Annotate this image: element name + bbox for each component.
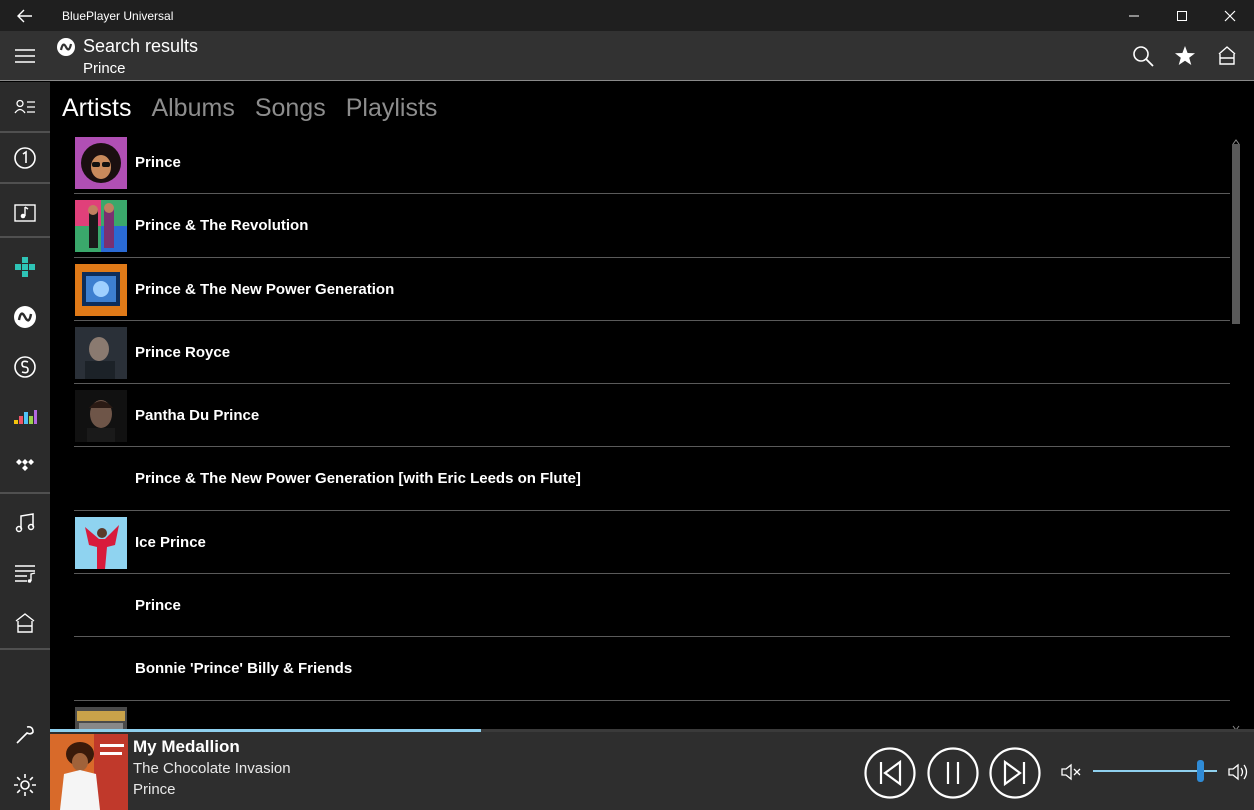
minimize-icon[interactable] bbox=[1110, 0, 1158, 31]
list-scrollbar[interactable] bbox=[1229, 131, 1243, 731]
artist-thumbnail bbox=[75, 516, 127, 569]
local-music-icon[interactable] bbox=[0, 187, 50, 236]
list-item[interactable]: Prince bbox=[74, 131, 1230, 195]
list-item[interactable]: Prince & The Revolution bbox=[74, 194, 1230, 258]
mute-icon[interactable] bbox=[1060, 762, 1082, 782]
spotify-icon[interactable] bbox=[0, 342, 50, 391]
home-icon[interactable] bbox=[0, 598, 50, 647]
wrench-icon[interactable] bbox=[0, 710, 50, 759]
list-item[interactable]: Pantha Du Prince bbox=[74, 384, 1230, 448]
napster-icon[interactable] bbox=[0, 292, 50, 341]
artist-name: Prince bbox=[135, 597, 181, 615]
deezer-icon[interactable] bbox=[0, 392, 50, 441]
artist-thumbnail bbox=[75, 706, 127, 729]
list-item[interactable]: Prince & The New Power Generation bbox=[74, 258, 1230, 321]
list-item[interactable] bbox=[74, 701, 1230, 729]
previous-button[interactable] bbox=[864, 747, 916, 799]
artist-thumbnail bbox=[75, 137, 127, 189]
app-title: BluePlayer Universal bbox=[62, 8, 174, 23]
tab-songs[interactable]: Songs bbox=[255, 94, 326, 123]
artist-name: Prince & The New Power Generation bbox=[135, 280, 395, 298]
artist-name: Prince Royce bbox=[135, 343, 231, 361]
back-arrow-icon[interactable] bbox=[0, 0, 50, 31]
artist-name: Prince bbox=[135, 154, 181, 171]
title-bar: BluePlayer Universal bbox=[0, 0, 1254, 31]
hamburger-icon[interactable] bbox=[0, 31, 50, 81]
gear-icon[interactable] bbox=[0, 760, 50, 809]
tidal-plus-icon[interactable] bbox=[0, 242, 50, 291]
number-one-icon[interactable] bbox=[0, 133, 50, 182]
search-icon[interactable] bbox=[1130, 43, 1156, 69]
scroll-down-icon[interactable] bbox=[1232, 719, 1240, 731]
header-bar: Search results Prince bbox=[0, 31, 1254, 81]
list-item[interactable]: Prince Royce bbox=[74, 321, 1230, 385]
close-icon[interactable] bbox=[1206, 0, 1254, 31]
tab-artists[interactable]: Artists bbox=[62, 94, 131, 123]
artist-list: Prince Prince & The Revolution Prince & … bbox=[74, 131, 1230, 729]
tab-playlists[interactable]: Playlists bbox=[346, 94, 438, 123]
tidal-icon[interactable] bbox=[0, 442, 50, 491]
artist-name: Pantha Du Prince bbox=[135, 407, 260, 425]
artist-thumbnail bbox=[75, 263, 127, 316]
volume-thumb[interactable] bbox=[1197, 760, 1204, 782]
track-album: The Chocolate Invasion bbox=[133, 760, 291, 777]
artists-list-icon[interactable] bbox=[0, 82, 50, 131]
artist-name: Prince & The Revolution bbox=[135, 217, 309, 235]
page-title: Search results bbox=[83, 36, 199, 56]
tab-albums[interactable]: Albums bbox=[151, 94, 234, 123]
track-artist: Prince bbox=[133, 781, 176, 798]
album-art[interactable] bbox=[50, 734, 128, 810]
maximize-icon[interactable] bbox=[1158, 0, 1206, 31]
list-item[interactable]: Prince & The New Power Generation [with … bbox=[74, 447, 1230, 511]
sidebar bbox=[0, 82, 50, 810]
artist-thumbnail bbox=[75, 200, 127, 253]
list-item[interactable]: Ice Prince bbox=[74, 511, 1230, 575]
star-icon[interactable] bbox=[1172, 43, 1198, 69]
progress-fill bbox=[50, 729, 482, 732]
pause-button[interactable] bbox=[927, 747, 979, 799]
scroll-up-icon[interactable] bbox=[1232, 133, 1240, 145]
now-playing-bar: My Medallion The Chocolate Invasion Prin… bbox=[50, 729, 1254, 810]
volume-icon[interactable] bbox=[1227, 762, 1251, 782]
artist-name: Prince & The New Power Generation [with … bbox=[135, 470, 581, 488]
list-item[interactable]: Bonnie 'Prince' Billy & Friends bbox=[74, 637, 1230, 701]
list-item[interactable]: Prince bbox=[74, 574, 1230, 638]
artist-name: Bonnie 'Prince' Billy & Friends bbox=[135, 660, 353, 678]
track-title: My Medallion bbox=[133, 737, 240, 756]
next-button[interactable] bbox=[989, 747, 1041, 799]
category-tabs: Artists Albums Songs Playlists bbox=[62, 94, 437, 123]
progress-bar[interactable] bbox=[50, 729, 1254, 732]
home-icon[interactable] bbox=[1214, 43, 1240, 69]
playlist-icon[interactable] bbox=[0, 548, 50, 597]
songs-icon[interactable] bbox=[0, 498, 50, 547]
source-logo-icon bbox=[56, 37, 76, 57]
artist-thumbnail bbox=[75, 326, 127, 379]
artist-name: Ice Prince bbox=[135, 533, 206, 551]
search-query: Prince bbox=[83, 60, 126, 77]
artist-thumbnail bbox=[75, 390, 127, 443]
scroll-thumb[interactable] bbox=[1232, 144, 1240, 324]
